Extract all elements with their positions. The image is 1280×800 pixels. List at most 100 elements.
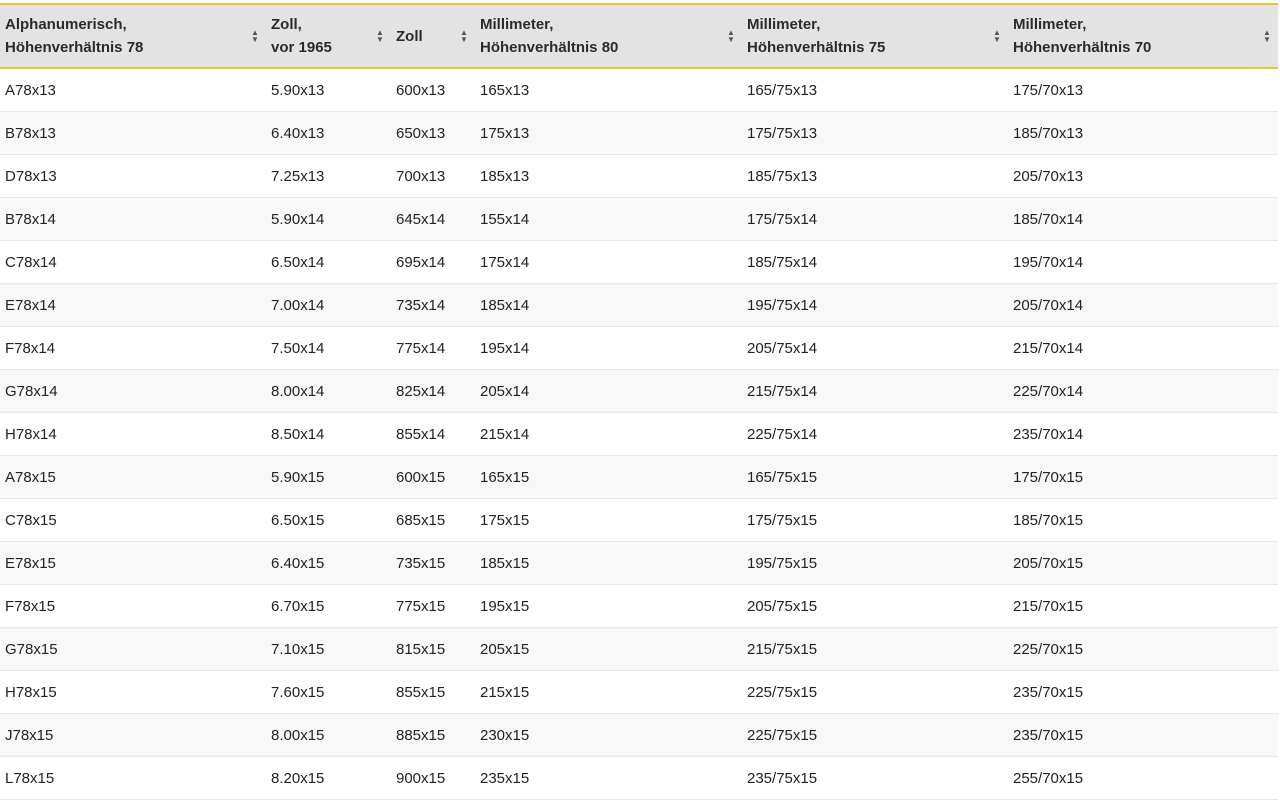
- table-cell: 855x15: [391, 670, 475, 714]
- table-row: A78x13 5.90x13 600x13 165x13 165/75x13 175/70…: [0, 68, 1278, 112]
- sort-updown-icon[interactable]: ▲ ▼: [1262, 29, 1272, 44]
- table-cell: 7.60x15: [266, 670, 391, 714]
- table-cell: F78x15: [0, 584, 266, 628]
- column-header-1[interactable]: Zoll, vor 1965 ▲ ▼: [266, 3, 391, 69]
- table-cell: 185/75x14: [742, 240, 1008, 284]
- table-cell: 215/70x14: [1008, 326, 1278, 370]
- table-cell: 235x15: [475, 756, 742, 800]
- table-cell: 195x15: [475, 584, 742, 628]
- column-header-line1: Millimeter,: [1013, 16, 1087, 33]
- table-cell: 195x14: [475, 326, 742, 370]
- column-header-line2: Höhenverhältnis 80: [480, 39, 619, 56]
- table-row: C78x14 6.50x14 695x14 175x14 185/75x14 195/70…: [0, 240, 1278, 284]
- column-header-label: Millimeter, Höhenverhältnis 70: [1013, 13, 1151, 59]
- sort-down-arrow-icon: ▼: [460, 35, 468, 44]
- table-cell: 205x14: [475, 369, 742, 413]
- table-row: F78x14 7.50x14 775x14 195x14 205/75x14 215/70…: [0, 326, 1278, 370]
- table-cell: 215x14: [475, 412, 742, 456]
- column-header-0[interactable]: Alphanumerisch, Höhenverhältnis 78 ▲ ▼: [0, 3, 266, 69]
- table-cell: 6.70x15: [266, 584, 391, 628]
- table-cell: 235/70x14: [1008, 412, 1278, 456]
- table-cell: B78x13: [0, 111, 266, 155]
- table-cell: 175x13: [475, 111, 742, 155]
- column-header-label: Alphanumerisch, Höhenverhältnis 78: [5, 13, 143, 59]
- sort-down-arrow-icon: ▼: [727, 35, 735, 44]
- column-header-line2: Höhenverhältnis 75: [747, 39, 886, 56]
- table-cell: 6.40x15: [266, 541, 391, 585]
- table-cell: G78x15: [0, 627, 266, 671]
- table-cell: 155x14: [475, 197, 742, 241]
- column-header-line1: Alphanumerisch,: [5, 16, 127, 33]
- table-cell: G78x14: [0, 369, 266, 413]
- table-cell: E78x14: [0, 283, 266, 327]
- column-header-2[interactable]: Zoll ▲ ▼: [391, 3, 475, 69]
- table-cell: 195/75x15: [742, 541, 1008, 585]
- table-cell: 855x14: [391, 412, 475, 456]
- sort-down-arrow-icon: ▼: [1263, 35, 1271, 44]
- table-cell: 685x15: [391, 498, 475, 542]
- table-body: A78x13 5.90x13 600x13 165x13 165/75x13 175/70…: [0, 68, 1278, 800]
- sort-updown-icon[interactable]: ▲ ▼: [250, 29, 260, 44]
- table-cell: 7.10x15: [266, 627, 391, 671]
- table-cell: 225/75x14: [742, 412, 1008, 456]
- table-cell: 650x13: [391, 111, 475, 155]
- column-header-inner: Millimeter, Höhenverhältnis 80 ▲ ▼: [475, 13, 742, 59]
- table-cell: D78x13: [0, 154, 266, 198]
- table-cell: 175x15: [475, 498, 742, 542]
- sort-updown-icon[interactable]: ▲ ▼: [375, 29, 385, 44]
- table-row: E78x14 7.00x14 735x14 185x14 195/75x14 205/70…: [0, 283, 1278, 327]
- table-cell: 175/75x13: [742, 111, 1008, 155]
- table-cell: 235/70x15: [1008, 670, 1278, 714]
- table-cell: 6.50x15: [266, 498, 391, 542]
- table-cell: 5.90x14: [266, 197, 391, 241]
- column-header-3[interactable]: Millimeter, Höhenverhältnis 80 ▲ ▼: [475, 3, 742, 69]
- table-cell: H78x15: [0, 670, 266, 714]
- table-cell: 165/75x15: [742, 455, 1008, 499]
- table-cell: 165x15: [475, 455, 742, 499]
- table-cell: A78x13: [0, 68, 266, 112]
- table-cell: A78x15: [0, 455, 266, 499]
- column-header-inner: Alphanumerisch, Höhenverhältnis 78 ▲ ▼: [0, 13, 266, 59]
- table-cell: 175x14: [475, 240, 742, 284]
- table-cell: 185x15: [475, 541, 742, 585]
- sort-updown-icon[interactable]: ▲ ▼: [992, 29, 1002, 44]
- table-cell: 185/70x13: [1008, 111, 1278, 155]
- table-row: J78x15 8.00x15 885x15 230x15 225/75x15 235/70…: [0, 713, 1278, 757]
- table-cell: 215/70x15: [1008, 584, 1278, 628]
- table-cell: E78x15: [0, 541, 266, 585]
- column-header-inner: Millimeter, Höhenverhältnis 75 ▲ ▼: [742, 13, 1008, 59]
- column-header-4[interactable]: Millimeter, Höhenverhältnis 75 ▲ ▼: [742, 3, 1008, 69]
- column-header-5[interactable]: Millimeter, Höhenverhältnis 70 ▲ ▼: [1008, 3, 1278, 69]
- table-row: H78x15 7.60x15 855x15 215x15 225/75x15 235/70…: [0, 670, 1278, 714]
- sort-updown-icon[interactable]: ▲ ▼: [726, 29, 736, 44]
- table-cell: 185x14: [475, 283, 742, 327]
- table-cell: 825x14: [391, 369, 475, 413]
- column-header-label: Millimeter, Höhenverhältnis 75: [747, 13, 885, 59]
- table-cell: 175/75x15: [742, 498, 1008, 542]
- table-row: D78x13 7.25x13 700x13 185x13 185/75x13 205/70…: [0, 154, 1278, 198]
- table-row: B78x14 5.90x14 645x14 155x14 175/75x14 185/70…: [0, 197, 1278, 241]
- table-header-row: Alphanumerisch, Höhenverhältnis 78 ▲ ▼ Zoll,…: [0, 3, 1278, 69]
- table-cell: 225/70x15: [1008, 627, 1278, 671]
- table-row: G78x14 8.00x14 825x14 205x14 215/75x14 225/70…: [0, 369, 1278, 413]
- table-header: Alphanumerisch, Höhenverhältnis 78 ▲ ▼ Zoll,…: [0, 3, 1278, 69]
- table-cell: 600x13: [391, 68, 475, 112]
- table-cell: 255/70x15: [1008, 756, 1278, 800]
- sort-updown-icon[interactable]: ▲ ▼: [459, 29, 469, 44]
- table-cell: H78x14: [0, 412, 266, 456]
- table-cell: L78x15: [0, 756, 266, 800]
- column-header-label: Zoll, vor 1965: [271, 13, 332, 59]
- table-cell: 165x13: [475, 68, 742, 112]
- column-header-line1: Millimeter,: [747, 16, 821, 33]
- table-cell: 235/70x15: [1008, 713, 1278, 757]
- table-cell: 185/70x15: [1008, 498, 1278, 542]
- table-row: G78x15 7.10x15 815x15 205x15 215/75x15 225/70…: [0, 627, 1278, 671]
- table-cell: 6.50x14: [266, 240, 391, 284]
- table-cell: F78x14: [0, 326, 266, 370]
- table-cell: 7.00x14: [266, 283, 391, 327]
- table-cell: 695x14: [391, 240, 475, 284]
- table-cell: 195/70x14: [1008, 240, 1278, 284]
- table-cell: 185x13: [475, 154, 742, 198]
- table-cell: 5.90x13: [266, 68, 391, 112]
- table-cell: 8.20x15: [266, 756, 391, 800]
